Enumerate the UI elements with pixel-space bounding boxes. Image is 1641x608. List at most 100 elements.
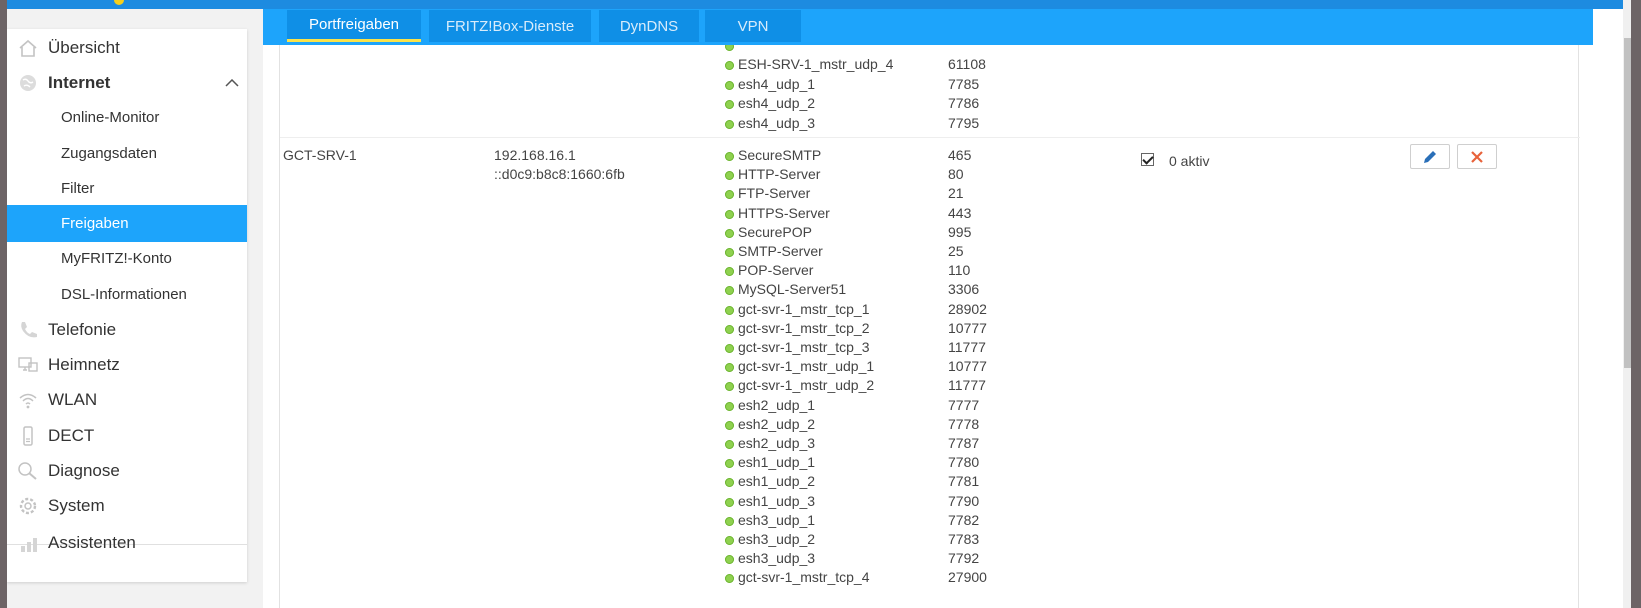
sidebar-item-wlan[interactable]: WLAN: [7, 381, 247, 418]
rule-name: gct-svr-1_mstr_udp_2: [738, 377, 875, 394]
sidebar-item-heimnetz[interactable]: Heimnetz: [7, 346, 247, 383]
sidebar-item-uebersicht[interactable]: Übersicht: [7, 29, 247, 66]
table-row: MySQL-Server51 3306: [725, 281, 1225, 300]
status-dot-icon: [725, 100, 734, 109]
rule-name: esh4_udp_1: [738, 76, 816, 92]
rule-name: esh3_udp_2: [738, 531, 816, 547]
rule-port: 3306: [948, 281, 980, 298]
table-row: gct-svr-1_mstr_tcp_3 11777: [725, 339, 1225, 358]
rule-port: 7795: [948, 115, 980, 131]
rule-port: 443: [948, 204, 972, 221]
rule-name: gct-svr-1_mstr_tcp_1: [738, 300, 870, 317]
device-ipv6: ::d0c9:b8c8:1660:6fb: [494, 166, 625, 182]
device-name: GCT-SRV-1: [283, 147, 357, 163]
sidebar-item-label: WLAN: [48, 389, 98, 409]
sidebar-item-label: Telefonie: [48, 319, 117, 339]
status-dot-icon: [725, 286, 734, 296]
rule-name: gct-svr-1_mstr_tcp_2: [738, 319, 870, 336]
table-row: HTTP-Server 80: [725, 166, 1225, 185]
delete-button[interactable]: [1457, 144, 1497, 169]
sidebar-item-filter[interactable]: Filter: [7, 170, 247, 207]
sidebar-item-internet[interactable]: Internet: [7, 64, 247, 101]
rule-name: gct-svr-1_mstr_tcp_4: [738, 569, 870, 586]
tab-vpn[interactable]: VPN: [705, 10, 801, 42]
table-row: esh2_udp_1 7777: [725, 397, 1225, 416]
edit-button[interactable]: [1410, 144, 1450, 169]
status-dot-icon: [725, 459, 734, 469]
rule-active-checkbox[interactable]: [1141, 153, 1154, 166]
rule-name: esh3_udp_3: [738, 550, 816, 567]
scrollbar[interactable]: [1623, 0, 1631, 608]
home-icon: [19, 39, 37, 57]
main-panel: Portfreigaben FRITZ!Box-Dienste DynDNS V…: [263, 9, 1623, 608]
rule-port: 7783: [948, 531, 980, 547]
rule-port: 465: [948, 147, 972, 163]
status-dot-icon: [725, 267, 734, 277]
sidebar-item-label: MyFRITZ!-Konto: [61, 250, 172, 267]
sidebar-item-label: Internet: [48, 72, 111, 92]
sidebar-item-label: Filter: [61, 180, 95, 197]
rule-name: POP-Server: [738, 262, 814, 279]
assistant-icon: [21, 538, 37, 552]
sidebar-item-freigaben[interactable]: Freigaben: [7, 205, 247, 242]
status-dot-icon: [725, 574, 734, 584]
sidebar-item-label: Online-Monitor: [61, 109, 160, 126]
rule-port: 11777: [948, 377, 986, 394]
chevron-up-icon[interactable]: [225, 79, 239, 87]
rule-name: esh2_udp_2: [738, 415, 816, 432]
rule-name: esh3_udp_1: [738, 511, 816, 528]
rule-port: 27900: [948, 569, 987, 586]
table-row: SMTP-Server 25: [725, 243, 1225, 262]
sidebar-item-assistenten[interactable]: Assistenten: [7, 524, 247, 561]
table-row: esh2_udp_3 7787: [725, 435, 1225, 454]
rule-port: 7777: [948, 396, 980, 413]
rule-name: esh1_udp_1: [738, 454, 816, 471]
tab-portfreigaben[interactable]: Portfreigaben: [287, 10, 421, 42]
status-dot-icon: [725, 420, 734, 430]
rule-port: 7780: [948, 454, 980, 471]
tab-dyndns[interactable]: DynDNS: [599, 10, 699, 42]
close-icon: [1471, 150, 1483, 163]
rule-name: ESH-SRV-1_mstr_udp_4: [738, 56, 894, 72]
phone-icon: [21, 322, 37, 338]
rule-port: 7778: [948, 415, 980, 432]
sidebar-item-myfritz-konto[interactable]: MyFRITZ!-Konto: [7, 240, 247, 277]
table-row: SecurePOP 995: [725, 224, 1225, 243]
table-row: HTTPS-Server 443: [725, 205, 1225, 224]
table-row: POP-Server 110: [725, 262, 1225, 281]
status-dot-icon: [725, 61, 734, 70]
table-row: esh4_udp_3 7795: [725, 115, 1225, 134]
status-dot-icon: [725, 497, 734, 507]
row-divider: [280, 137, 1580, 138]
table-row: esh1_udp_1 7780: [725, 454, 1225, 473]
tab-fritzbox-dienste[interactable]: FRITZ!Box-Dienste: [429, 10, 591, 42]
status-dot-icon: [725, 516, 734, 526]
sidebar-item-label: Diagnose: [48, 460, 120, 480]
rule-port: 7786: [948, 95, 980, 111]
table-row: esh2_udp_2 7778: [725, 416, 1225, 435]
rule-port: 995: [948, 223, 972, 240]
rule-name: FTP-Server: [738, 185, 811, 202]
table-row: gct-svr-1_mstr_udp_1 10777: [725, 358, 1225, 377]
sidebar-item-system[interactable]: System: [7, 487, 247, 524]
sidebar: Übersicht Internet Online-Monitor Zugang…: [7, 29, 247, 582]
system-icon: [19, 497, 37, 515]
scrollbar-thumb[interactable]: [1624, 38, 1631, 368]
table-row: gct-svr-1_mstr_tcp_4 27900: [725, 569, 1225, 588]
sidebar-item-zugangsdaten[interactable]: Zugangsdaten: [7, 135, 247, 172]
sidebar-item-dect[interactable]: DECT: [7, 417, 247, 454]
rule-port: 10777: [948, 358, 987, 375]
dect-phone-icon: [23, 426, 33, 446]
table-row: ESH-SRV-1_mstr_udp_4 61108: [725, 56, 1225, 75]
rule-port: 80: [948, 166, 964, 183]
sidebar-item-telefonie[interactable]: Telefonie: [7, 311, 247, 348]
header-strip: [7, 0, 263, 9]
sidebar-item-label: DSL-Informationen: [61, 286, 187, 303]
sidebar-item-online-monitor[interactable]: Online-Monitor: [7, 99, 247, 136]
rule-port: 11777: [948, 339, 986, 355]
sidebar-item-diagnose[interactable]: Diagnose: [7, 452, 247, 489]
rule-name: SMTP-Server: [738, 243, 823, 259]
sidebar-item-dsl-informationen[interactable]: DSL-Informationen: [7, 276, 247, 313]
table-row: esh1_udp_3 7790: [725, 493, 1225, 512]
status-dot-icon: [725, 401, 734, 411]
